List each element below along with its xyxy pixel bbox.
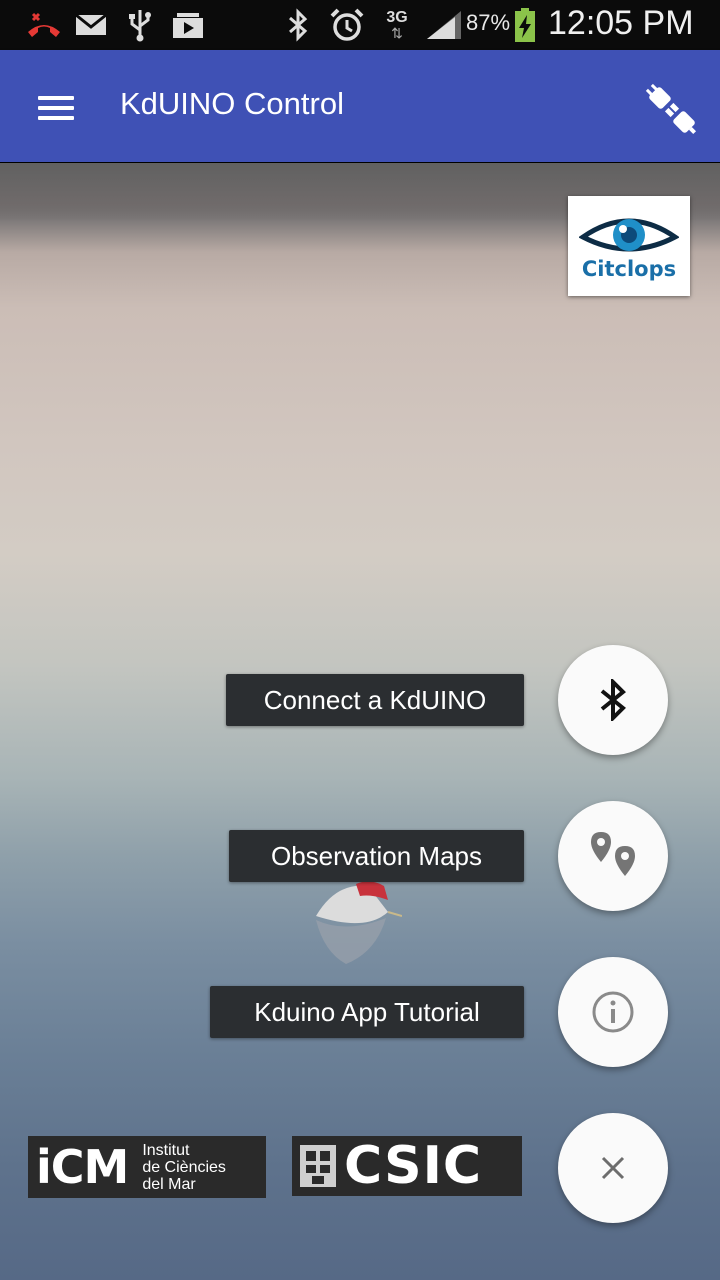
battery-charging-icon [512, 8, 538, 42]
buoy-image [306, 872, 403, 972]
observation-maps-button[interactable] [558, 801, 668, 911]
usb-icon [126, 8, 154, 42]
eye-icon [579, 218, 679, 252]
app-bar: KdUINO Control [0, 50, 720, 162]
info-icon [592, 991, 634, 1033]
bluetooth-icon [600, 679, 626, 721]
tutorial-button[interactable] [558, 957, 668, 1067]
observation-maps-label[interactable]: Observation Maps [229, 830, 524, 882]
icm-logo: iCM Institut de Ciències del Mar [28, 1136, 266, 1198]
media-icon [170, 8, 206, 42]
connect-kduino-button[interactable] [558, 645, 668, 755]
close-menu-button[interactable] [558, 1113, 668, 1223]
app-title: KdUINO Control [120, 86, 344, 121]
missed-call-icon [24, 8, 64, 42]
clock: 12:05 PM [548, 4, 694, 42]
close-icon [601, 1156, 625, 1180]
network-3g-icon: 3G ⇅ [386, 9, 408, 41]
alarm-icon [328, 8, 366, 42]
email-icon [74, 8, 108, 42]
csic-logo: CSIC [292, 1136, 522, 1196]
tutorial-label[interactable]: Kduino App Tutorial [210, 986, 524, 1038]
menu-icon[interactable] [30, 88, 82, 124]
bluetooth-icon [284, 8, 312, 42]
status-bar: 3G ⇅ 87% 12:05 PM [0, 0, 720, 50]
connect-kduino-label[interactable]: Connect a KdUINO [226, 674, 524, 726]
battery-percent: 87% [466, 10, 511, 35]
csic-emblem-icon [300, 1145, 336, 1187]
plug-connection-icon[interactable] [640, 78, 704, 142]
signal-icon [424, 8, 464, 42]
map-pins-icon [591, 832, 635, 876]
citclops-logo: Citclops [568, 196, 690, 296]
